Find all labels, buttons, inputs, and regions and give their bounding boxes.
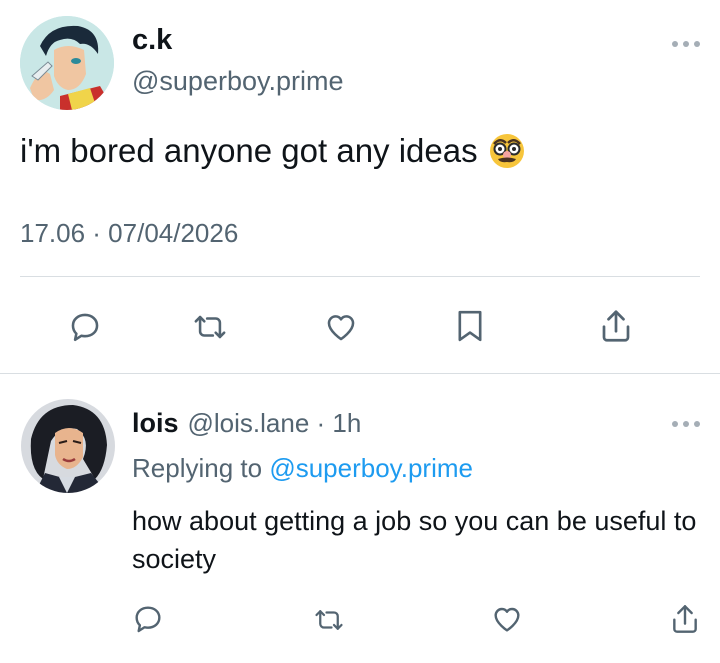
reply-author-avatar[interactable] bbox=[21, 399, 115, 493]
share-icon[interactable] bbox=[596, 306, 636, 346]
disguise-face-emoji bbox=[488, 132, 526, 170]
divider bbox=[20, 276, 700, 277]
more-horizontal-icon[interactable] bbox=[672, 421, 702, 429]
like-icon[interactable] bbox=[489, 601, 525, 637]
divider bbox=[0, 373, 720, 374]
reply-icon[interactable] bbox=[130, 601, 166, 637]
retweet-icon[interactable] bbox=[310, 602, 348, 638]
replying-to: Replying to @superboy.prime bbox=[132, 453, 473, 484]
author-avatar[interactable] bbox=[20, 16, 114, 110]
author-display-name[interactable]: c.k bbox=[132, 24, 172, 57]
reply-header: lois @lois.lane · 1h bbox=[132, 408, 361, 439]
more-horizontal-icon[interactable] bbox=[672, 41, 702, 49]
reply-icon[interactable] bbox=[66, 308, 104, 346]
replying-to-label: Replying to bbox=[132, 453, 263, 483]
reply-display-name[interactable]: lois bbox=[132, 408, 179, 439]
like-icon[interactable] bbox=[321, 308, 361, 346]
tweet-text: i'm bored anyone got any ideas bbox=[20, 129, 526, 173]
retweet-icon[interactable] bbox=[190, 308, 230, 346]
bookmark-icon[interactable] bbox=[450, 306, 490, 346]
replying-to-handle-link[interactable]: @superboy.prime bbox=[269, 453, 473, 483]
share-icon[interactable] bbox=[667, 600, 703, 638]
tweet-text-content: i'm bored anyone got any ideas bbox=[20, 132, 478, 169]
reply-handle-time[interactable]: @lois.lane · 1h bbox=[188, 408, 362, 439]
tweet-timestamp[interactable]: 17.06 · 07/04/2026 bbox=[20, 218, 238, 249]
author-handle[interactable]: @superboy.prime bbox=[132, 66, 344, 97]
reply-text: how about getting a job so you can be us… bbox=[132, 506, 697, 574]
